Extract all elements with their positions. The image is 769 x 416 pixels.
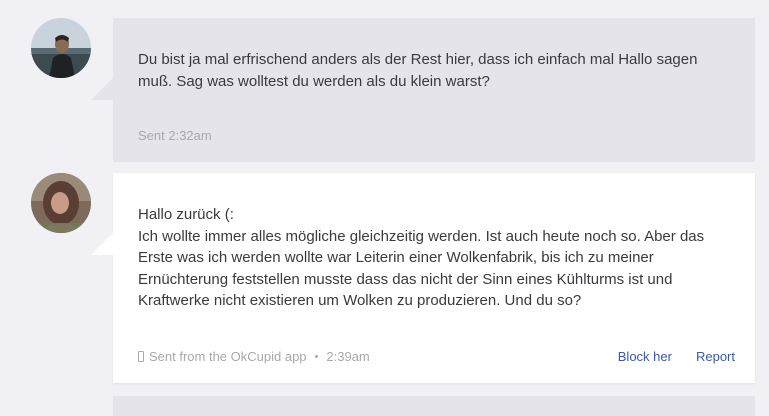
message-meta: Sent from the OkCupid app • 2:39am Block… [138,349,735,364]
block-button[interactable]: Block her [618,349,672,364]
message-bubble-received: Du bist ja mal erfrischend anders als de… [91,18,755,162]
sent-time: Sent 2:32am [138,128,212,143]
sent-time: 2:39am [326,349,370,364]
message-meta: Sent 2:32am [138,128,212,143]
user-photo-icon [31,173,91,233]
message-thread: Du bist ja mal erfrischend anders als de… [0,0,769,416]
message-text: Du bist ja mal erfrischend anders als de… [138,51,698,90]
avatar[interactable] [31,173,91,233]
report-button[interactable]: Report [696,349,735,364]
user-photo-icon [31,18,91,78]
message-bubble-sent: Hallo zurück (: Ich wollte immer alles m… [91,173,755,383]
message-actions: Block her Report [618,349,735,364]
phone-icon [138,351,144,362]
message-text: Hallo zurück (: Ich wollte immer alles m… [138,206,705,309]
sent-source: Sent from the OkCupid app [149,349,307,364]
meta-separator: • [314,350,319,363]
message-bubble-next [113,396,755,416]
avatar[interactable] [31,18,91,78]
